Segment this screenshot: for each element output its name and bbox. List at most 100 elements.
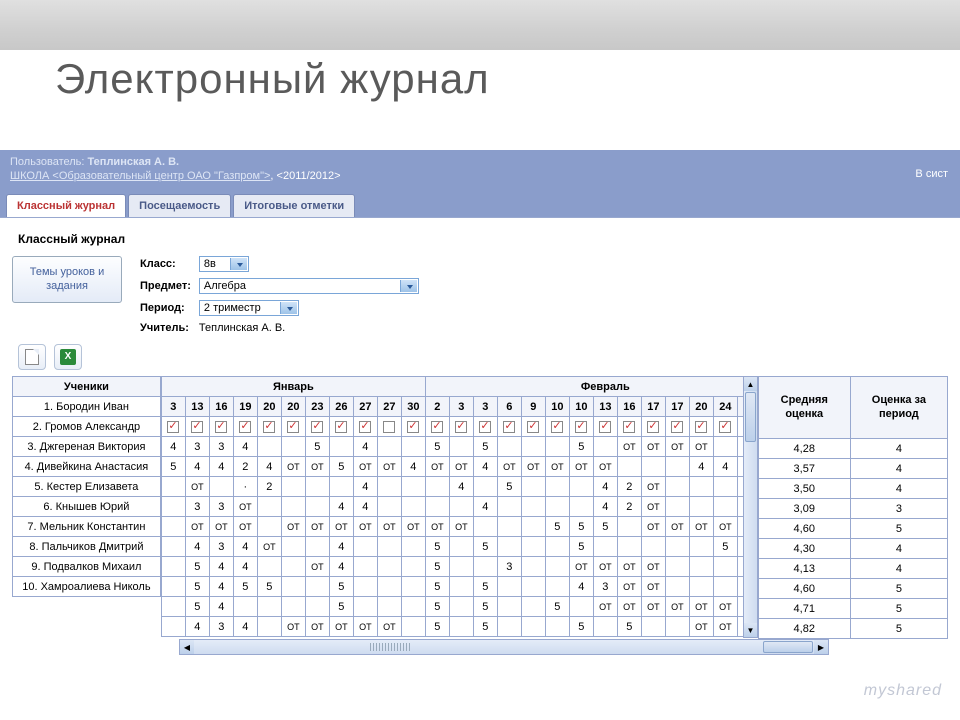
day-header[interactable]: 27 — [377, 397, 401, 417]
grade-cell[interactable] — [377, 557, 401, 577]
grade-cell[interactable]: 4 — [401, 457, 425, 477]
grade-cell[interactable]: 2 — [233, 457, 257, 477]
grade-cell[interactable] — [497, 437, 521, 457]
grade-cell[interactable]: 4 — [209, 457, 233, 477]
grade-cell[interactable]: 5 — [473, 537, 497, 557]
grade-cell[interactable]: ОТ — [377, 517, 401, 537]
grade-cell[interactable]: 5 — [545, 517, 569, 537]
day-header[interactable]: 20 — [257, 397, 281, 417]
day-checkbox[interactable] — [665, 417, 689, 437]
grade-cell[interactable]: 5 — [473, 577, 497, 597]
day-checkbox[interactable] — [257, 417, 281, 437]
grade-cell[interactable]: ОТ — [329, 617, 353, 637]
school-link[interactable]: ШКОЛА <Образовательный центр ОАО "Газпро… — [10, 170, 270, 182]
day-header[interactable]: 17 — [665, 397, 689, 417]
grade-cell[interactable] — [377, 537, 401, 557]
student-cell[interactable]: 4. Дивейкина Анастасия — [13, 457, 161, 477]
grade-cell[interactable] — [713, 437, 737, 457]
grade-cell[interactable] — [497, 597, 521, 617]
grade-cell[interactable]: 5 — [425, 537, 449, 557]
day-checkbox[interactable] — [281, 417, 305, 437]
grade-cell[interactable] — [425, 497, 449, 517]
day-header[interactable]: 24 — [737, 397, 743, 417]
grade-cell[interactable]: ОТ — [353, 457, 377, 477]
grade-cell[interactable] — [737, 517, 743, 537]
grade-cell[interactable]: 5 — [305, 437, 329, 457]
grade-cell[interactable] — [497, 497, 521, 517]
grade-cell[interactable] — [545, 557, 569, 577]
grade-cell[interactable]: ОТ — [377, 457, 401, 477]
grade-cell[interactable]: 5 — [425, 557, 449, 577]
grade-cell[interactable] — [449, 497, 473, 517]
grade-cell[interactable]: 5 — [329, 457, 353, 477]
day-header[interactable]: 26 — [329, 397, 353, 417]
day-checkbox[interactable] — [329, 417, 353, 437]
grade-cell[interactable] — [593, 537, 617, 557]
grade-cell[interactable]: ОТ — [449, 457, 473, 477]
tab-посещаемость[interactable]: Посещаемость — [128, 194, 231, 217]
day-checkbox[interactable] — [401, 417, 425, 437]
grade-cell[interactable] — [665, 617, 689, 637]
grade-cell[interactable]: 5 — [425, 597, 449, 617]
grade-cell[interactable] — [449, 437, 473, 457]
day-checkbox[interactable] — [449, 417, 473, 437]
day-header[interactable]: 2 — [425, 397, 449, 417]
horizontal-scrollbar[interactable]: ◀▶ — [179, 639, 829, 655]
grade-cell[interactable] — [521, 497, 545, 517]
day-checkbox[interactable] — [737, 417, 743, 437]
grade-cell[interactable]: 5 — [569, 617, 593, 637]
grade-cell[interactable]: 5 — [713, 537, 737, 557]
export-excel-button[interactable]: X — [54, 344, 82, 370]
grade-cell[interactable] — [593, 437, 617, 457]
grade-cell[interactable]: 5 — [473, 617, 497, 637]
grade-cell[interactable]: · — [233, 477, 257, 497]
grade-cell[interactable]: ОТ — [689, 517, 713, 537]
day-header[interactable]: 3 — [449, 397, 473, 417]
grade-cell[interactable] — [689, 557, 713, 577]
grade-cell[interactable] — [713, 557, 737, 577]
grade-cell[interactable]: 3 — [209, 537, 233, 557]
grade-cell[interactable] — [737, 477, 743, 497]
student-cell[interactable]: 6. Кнышев Юрий — [13, 497, 161, 517]
grade-cell[interactable]: 5 — [257, 577, 281, 597]
grade-cell[interactable]: 3 — [185, 497, 209, 517]
grade-cell[interactable] — [161, 617, 185, 637]
grade-cell[interactable]: 5 — [425, 617, 449, 637]
grade-cell[interactable]: 3 — [185, 437, 209, 457]
grade-cell[interactable]: ОТ — [641, 437, 665, 457]
grade-cell[interactable]: 5 — [185, 597, 209, 617]
grade-cell[interactable] — [161, 557, 185, 577]
grade-cell[interactable]: 4 — [185, 617, 209, 637]
grade-cell[interactable] — [401, 577, 425, 597]
grade-cell[interactable] — [161, 577, 185, 597]
tab-классный-журнал[interactable]: Классный журнал — [6, 194, 126, 217]
grade-cell[interactable] — [545, 437, 569, 457]
day-checkbox[interactable] — [377, 417, 401, 437]
grade-cell[interactable] — [377, 437, 401, 457]
grade-cell[interactable]: 3 — [209, 437, 233, 457]
grade-cell[interactable] — [497, 537, 521, 557]
grade-cell[interactable]: 4 — [353, 477, 377, 497]
grade-cell[interactable] — [569, 597, 593, 617]
student-cell[interactable]: 10. Хамроалиева Николь — [13, 577, 161, 597]
day-checkbox[interactable] — [593, 417, 617, 437]
grade-cell[interactable]: ОТ — [281, 517, 305, 537]
day-checkbox[interactable] — [713, 417, 737, 437]
day-header[interactable]: 20 — [689, 397, 713, 417]
grade-cell[interactable] — [401, 557, 425, 577]
day-checkbox[interactable] — [617, 417, 641, 437]
grade-cell[interactable]: 4 — [449, 477, 473, 497]
grade-cell[interactable]: 4 — [353, 437, 377, 457]
grade-cell[interactable]: 5 — [329, 597, 353, 617]
grade-cell[interactable] — [497, 517, 521, 537]
grade-cell[interactable] — [281, 437, 305, 457]
grade-cell[interactable]: ОТ — [593, 557, 617, 577]
grade-cell[interactable]: ОТ — [737, 597, 743, 617]
grade-cell[interactable]: 4 — [473, 497, 497, 517]
grade-cell[interactable] — [161, 597, 185, 617]
grade-cell[interactable] — [713, 497, 737, 517]
grade-cell[interactable]: 5 — [425, 577, 449, 597]
grade-cell[interactable]: ОТ — [449, 517, 473, 537]
scroll-thumb[interactable] — [745, 392, 756, 442]
grade-cell[interactable]: ОТ — [353, 617, 377, 637]
